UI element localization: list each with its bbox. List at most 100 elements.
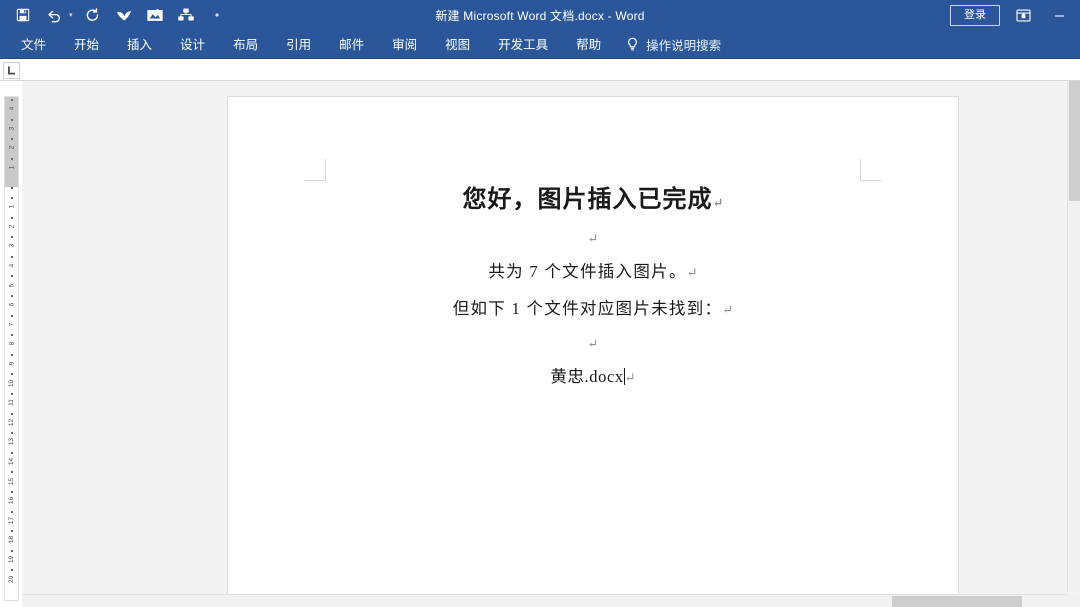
vruler-tick-mark	[11, 432, 13, 434]
pilcrow-icon: ↵	[713, 195, 724, 210]
minimize-icon[interactable]	[1046, 3, 1072, 27]
vruler-tick-label: 14	[5, 455, 18, 469]
vruler-tick-mark	[11, 373, 13, 375]
quick-access-toolbar: ▾	[0, 4, 228, 26]
document-paragraph-2-text: 但如下 1 个文件对应图片未找到：	[453, 299, 723, 318]
tab-insert[interactable]: 插入	[114, 30, 165, 58]
dove-icon[interactable]	[113, 4, 135, 26]
document-file-line: 黄忠.docx↵	[324, 359, 862, 396]
vruler-tick-mark	[11, 99, 13, 101]
vruler-tick-mark	[11, 550, 13, 552]
horizontal-scrollbar-thumb[interactable]	[892, 596, 1022, 607]
tab-view[interactable]: 视图	[432, 30, 483, 58]
vruler-tick-label: 6	[5, 298, 18, 312]
document-page[interactable]: 您好，图片插入已完成↵ ↵ 共为 7 个文件插入图片。↵ 但如下 1 个文件对应…	[228, 97, 958, 607]
titlebar-right-controls: 登录	[950, 0, 1080, 30]
vruler-tick-mark	[11, 158, 13, 160]
horizontal-ruler[interactable]: |8||6||4||2||2||4||6||8||10||12||14||16|…	[0, 59, 1080, 81]
document-text-area[interactable]: 您好，图片插入已完成↵ ↵ 共为 7 个文件插入图片。↵ 但如下 1 个文件对应…	[324, 183, 862, 396]
vertical-ruler[interactable]: 43211234567891011121314151617181920	[4, 96, 19, 601]
vruler-tick-label: 12	[5, 415, 18, 429]
document-blank-line-1: ↵	[324, 223, 862, 254]
document-paragraph-1-text: 共为 7 个文件插入图片。	[488, 262, 686, 281]
undo-dropdown-icon[interactable]: ▾	[69, 11, 73, 19]
vruler-tick-label: 16	[5, 494, 18, 508]
vruler-tick-mark	[11, 452, 13, 454]
scrollbar-corner	[1067, 594, 1080, 607]
vertical-scrollbar-thumb[interactable]	[1069, 81, 1080, 201]
document-blank-line-2: ↵	[324, 328, 862, 359]
vruler-tick-label: 17	[5, 513, 18, 527]
pilcrow-icon: ↵	[625, 370, 636, 385]
tell-me-label: 操作说明搜索	[646, 35, 721, 54]
tab-design[interactable]: 设计	[167, 30, 218, 58]
vruler-tick-label: 9	[5, 357, 18, 371]
word-window: ▾	[0, 0, 1080, 607]
vruler-tick-label: 10	[5, 376, 18, 390]
ribbon-display-options-icon[interactable]	[1010, 3, 1036, 27]
vruler-tick-label: 2	[5, 219, 18, 233]
vruler-tick-mark	[11, 119, 13, 121]
vertical-scrollbar[interactable]	[1067, 81, 1080, 592]
title-bar: ▾	[0, 0, 1080, 30]
left-tab-stop-icon[interactable]	[3, 62, 20, 79]
margin-corner-top-right	[860, 159, 882, 181]
picture-insert-icon[interactable]	[144, 4, 166, 26]
undo-icon[interactable]	[43, 4, 65, 26]
sign-in-button[interactable]: 登录	[950, 5, 1000, 26]
vruler-tick-label: 8	[5, 337, 18, 351]
tab-home[interactable]: 开始	[61, 30, 112, 58]
document-paragraph-2: 但如下 1 个文件对应图片未找到：↵	[324, 291, 862, 328]
vruler-tick-label: 4	[5, 102, 18, 116]
pilcrow-icon: ↵	[687, 265, 698, 280]
document-file-name: 黄忠.docx	[550, 367, 623, 386]
vruler-tick-mark	[11, 354, 13, 356]
tab-mailings[interactable]: 邮件	[326, 30, 377, 58]
vruler-tick-label: 7	[5, 317, 18, 331]
tab-file[interactable]: 文件	[8, 30, 59, 58]
vruler-tick-mark	[11, 491, 13, 493]
vruler-tick-mark	[11, 471, 13, 473]
save-icon[interactable]	[12, 4, 34, 26]
vruler-tick-mark	[11, 275, 13, 277]
vruler-tick-label: 3	[5, 239, 18, 253]
vruler-tick-mark	[11, 138, 13, 140]
vruler-tick-label: 1	[5, 200, 18, 214]
pilcrow-icon: ↵	[722, 302, 733, 317]
vruler-tick-mark	[11, 393, 13, 395]
redo-icon[interactable]	[82, 4, 104, 26]
document-heading-text: 您好，图片插入已完成	[463, 187, 713, 213]
ribbon-tab-bar: 文件 开始 插入 设计 布局 引用 邮件 审阅 视图 开发工具 帮助 操作说明搜…	[0, 30, 1080, 59]
pilcrow-icon: ↵	[588, 336, 599, 351]
tab-layout[interactable]: 布局	[220, 30, 271, 58]
vruler-tick-mark	[11, 413, 13, 415]
pilcrow-icon: ↵	[588, 231, 599, 246]
vruler-tick-mark	[11, 511, 13, 513]
vruler-tick-mark	[11, 256, 13, 258]
vruler-tick-label: 3	[5, 121, 18, 135]
vruler-tick-mark	[11, 315, 13, 317]
tell-me-search[interactable]: 操作说明搜索	[625, 35, 721, 54]
tab-developer[interactable]: 开发工具	[485, 30, 561, 58]
tab-review[interactable]: 审阅	[379, 30, 430, 58]
vruler-tick-label: 2	[5, 141, 18, 155]
horizontal-scrollbar[interactable]	[22, 594, 1067, 607]
vruler-tick-label: 5	[5, 278, 18, 292]
document-canvas: 您好，图片插入已完成↵ ↵ 共为 7 个文件插入图片。↵ 但如下 1 个文件对应…	[22, 81, 1080, 607]
more-commands-icon[interactable]	[206, 4, 228, 26]
vruler-tick-label: 15	[5, 474, 18, 488]
vruler-tick-label: 11	[5, 396, 18, 410]
vruler-tick-mark	[11, 236, 13, 238]
vruler-tick-mark	[11, 295, 13, 297]
vruler-tick-mark	[11, 197, 13, 199]
tab-help[interactable]: 帮助	[563, 30, 614, 58]
margin-corner-top-left	[304, 159, 326, 181]
vruler-tick-label: 20	[5, 572, 18, 586]
org-chart-icon[interactable]	[175, 4, 197, 26]
vruler-tick-mark	[11, 530, 13, 532]
document-heading: 您好，图片插入已完成↵	[324, 183, 862, 220]
lightbulb-icon	[625, 37, 640, 52]
tab-references[interactable]: 引用	[273, 30, 324, 58]
vruler-tick-mark	[11, 187, 13, 189]
vruler-tick-label: 13	[5, 435, 18, 449]
